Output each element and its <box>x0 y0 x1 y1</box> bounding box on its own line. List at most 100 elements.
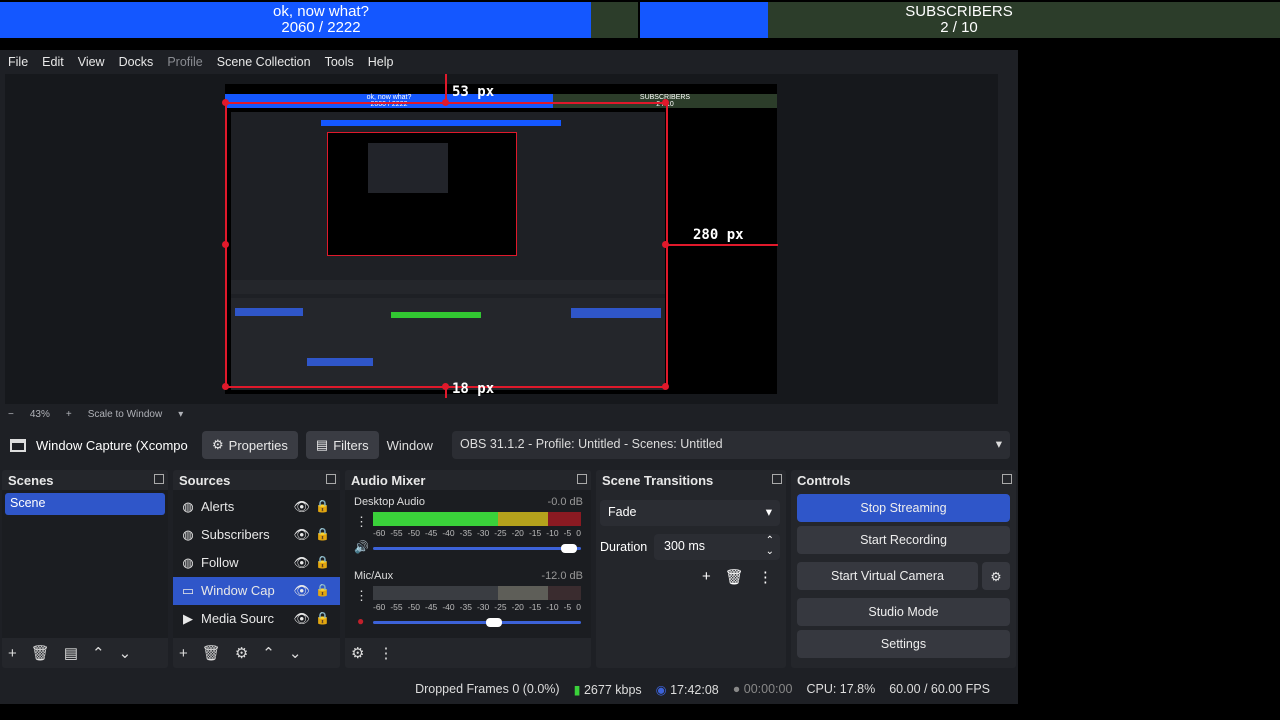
stepper-icon[interactable]: ⌃ ⌄ <box>766 535 774 557</box>
scale-mode-select[interactable]: Scale to Window <box>88 409 162 420</box>
virtual-camera-settings-button[interactable]: ⚙ <box>982 562 1010 590</box>
add-icon[interactable]: + <box>179 645 188 662</box>
gear-icon[interactable]: ⚙ <box>235 644 248 662</box>
volume-slider-knob[interactable] <box>485 618 502 627</box>
channel-menu-icon[interactable]: ⋮ <box>355 588 368 604</box>
window-select[interactable]: OBS 31.1.2 - Profile: Untitled - Scenes:… <box>452 431 1010 459</box>
mixer-channel-mic: Mic/Aux -12.0 dB ⋮ -60 -55 -50 -45 -40 -35 -30… <box>351 570 585 640</box>
studio-mode-button[interactable]: Studio Mode <box>797 598 1010 626</box>
level-meter <box>373 512 581 526</box>
eye-icon[interactable]: 👁 <box>293 611 310 627</box>
broadcast-icon: ◉ <box>655 682 667 697</box>
lock-icon[interactable]: 🔒 <box>315 499 330 513</box>
move-down-icon[interactable]: ⌄ <box>289 644 302 662</box>
trash-icon[interactable]: 🗑 <box>202 644 221 662</box>
menu-help[interactable]: Help <box>368 55 394 69</box>
undock-icon[interactable] <box>154 474 164 484</box>
menu-tools[interactable]: Tools <box>325 55 354 69</box>
source-item-follow[interactable]: ◍ Follow 👁 🔒 <box>173 549 340 577</box>
channel-db: -0.0 dB <box>547 496 583 508</box>
menu-profile[interactable]: Profile <box>167 55 202 69</box>
eye-icon[interactable]: 👁 <box>293 499 310 515</box>
volume-slider[interactable] <box>373 618 581 627</box>
filters-button[interactable]: ▤ Filters <box>305 431 379 459</box>
lock-icon[interactable]: 🔒 <box>315 527 330 541</box>
meter-tick-label: -15 <box>528 528 542 538</box>
zoom-in-button[interactable]: + <box>66 409 72 420</box>
menu-view[interactable]: View <box>78 55 105 69</box>
eye-icon[interactable]: 👁 <box>293 527 310 543</box>
resize-handle-top-right[interactable] <box>662 99 669 106</box>
move-down-icon[interactable]: ⌄ <box>119 644 132 662</box>
meter-tick-label: -60 <box>373 528 386 538</box>
volume-slider-knob[interactable] <box>560 544 577 553</box>
scene-item[interactable]: Scene <box>5 493 165 515</box>
resize-handle-bottom-left[interactable] <box>222 383 229 390</box>
scenes-toolbar: + 🗑 ▤ ⌃ ⌄ <box>2 638 168 668</box>
filter-icon[interactable]: ▤ <box>64 644 78 662</box>
move-up-icon[interactable]: ⌃ <box>262 644 275 662</box>
zoom-out-button[interactable]: − <box>8 409 14 420</box>
channel-db: -12.0 dB <box>541 570 583 582</box>
subscriber-goal-count: 2 / 10 <box>940 19 978 36</box>
source-label: Follow <box>201 555 239 570</box>
meter-ticks: -60 -55 -50 -45 -40 -35 -30 -25 -20 -15 -10 -5 0 <box>373 602 581 612</box>
audio-settings-icon[interactable]: ⚙ <box>351 644 364 662</box>
source-item-subscribers[interactable]: ◍ Subscribers 👁 🔒 <box>173 521 340 549</box>
undock-icon[interactable] <box>577 474 587 484</box>
resize-handle-left[interactable] <box>222 241 229 248</box>
undock-icon[interactable] <box>1002 474 1012 484</box>
more-icon[interactable]: ⋮ <box>378 644 393 662</box>
distance-label-bottom: 18 px <box>452 381 495 397</box>
transition-select[interactable]: Fade ▾ <box>600 500 780 526</box>
record-icon: ● <box>732 682 741 696</box>
meter-tick-label: -55 <box>390 528 403 538</box>
add-icon[interactable]: + <box>702 568 711 586</box>
resize-handle-top-left[interactable] <box>222 99 229 106</box>
lock-icon[interactable]: 🔒 <box>315 611 330 625</box>
duration-input[interactable]: 300 ms ⌃ ⌄ <box>654 534 780 560</box>
audio-mixer-toolbar: ⚙ ⋮ <box>345 638 591 668</box>
undock-icon[interactable] <box>772 474 782 484</box>
add-icon[interactable]: + <box>8 645 17 662</box>
controls-title-label: Controls <box>797 473 851 488</box>
eye-icon[interactable]: 👁 <box>293 555 310 571</box>
menu-docks[interactable]: Docks <box>119 55 154 69</box>
filter-icon: ▤ <box>315 437 329 452</box>
undock-icon[interactable] <box>326 474 336 484</box>
trash-icon[interactable]: 🗑 <box>725 568 744 586</box>
menu-scene-collection[interactable]: Scene Collection <box>217 55 311 69</box>
start-virtual-camera-button[interactable]: Start Virtual Camera <box>797 562 978 590</box>
stop-streaming-button[interactable]: Stop Streaming <box>797 494 1010 522</box>
meter-tick-label: -5 <box>563 528 572 538</box>
mic-muted-icon[interactable]: ● <box>357 614 364 628</box>
lock-icon[interactable]: 🔒 <box>315 583 330 597</box>
more-icon[interactable]: ⋮ <box>758 568 773 586</box>
resize-handle-bottom-right[interactable] <box>662 383 669 390</box>
meter-tick-label: -55 <box>390 602 403 612</box>
eye-icon[interactable]: 👁 <box>293 583 310 599</box>
meter-ticks: -60 -55 -50 -45 -40 -35 -30 -25 -20 -15 -10 -5 0 <box>373 528 581 538</box>
properties-button[interactable]: ⚙ Properties <box>202 431 298 459</box>
selection-box[interactable] <box>225 102 668 388</box>
meter-tick-label: -5 <box>563 602 572 612</box>
speaker-icon[interactable]: 🔊 <box>354 540 369 554</box>
move-up-icon[interactable]: ⌃ <box>92 644 105 662</box>
lock-icon[interactable]: 🔒 <box>315 555 330 569</box>
settings-button[interactable]: Settings <box>797 630 1010 658</box>
volume-slider[interactable] <box>373 544 581 553</box>
sources-toolbar: + 🗑 ⚙ ⌃ ⌄ <box>173 638 340 668</box>
bitrate-display: ▮ 2677 kbps <box>574 682 642 697</box>
menu-edit[interactable]: Edit <box>42 55 64 69</box>
preview-area[interactable]: ok, now what? 2060 / 2222 SUBSCRIBERS 2 … <box>5 74 998 404</box>
source-item-alerts[interactable]: ◍ Alerts 👁 🔒 <box>173 493 340 521</box>
menu-file[interactable]: File <box>8 55 28 69</box>
zoom-bar: − 43% + Scale to Window ▾ <box>0 406 998 422</box>
chevron-down-icon[interactable]: ▾ <box>178 409 183 420</box>
trash-icon[interactable]: 🗑 <box>31 644 50 662</box>
meter-tick-label: -25 <box>494 602 507 612</box>
start-recording-button[interactable]: Start Recording <box>797 526 1010 554</box>
source-item-media-source[interactable]: ▶ Media Sourc 👁 🔒 <box>173 605 340 633</box>
source-item-window-capture[interactable]: ▭ Window Cap 👁 🔒 <box>173 577 340 605</box>
channel-menu-icon[interactable]: ⋮ <box>355 514 368 530</box>
